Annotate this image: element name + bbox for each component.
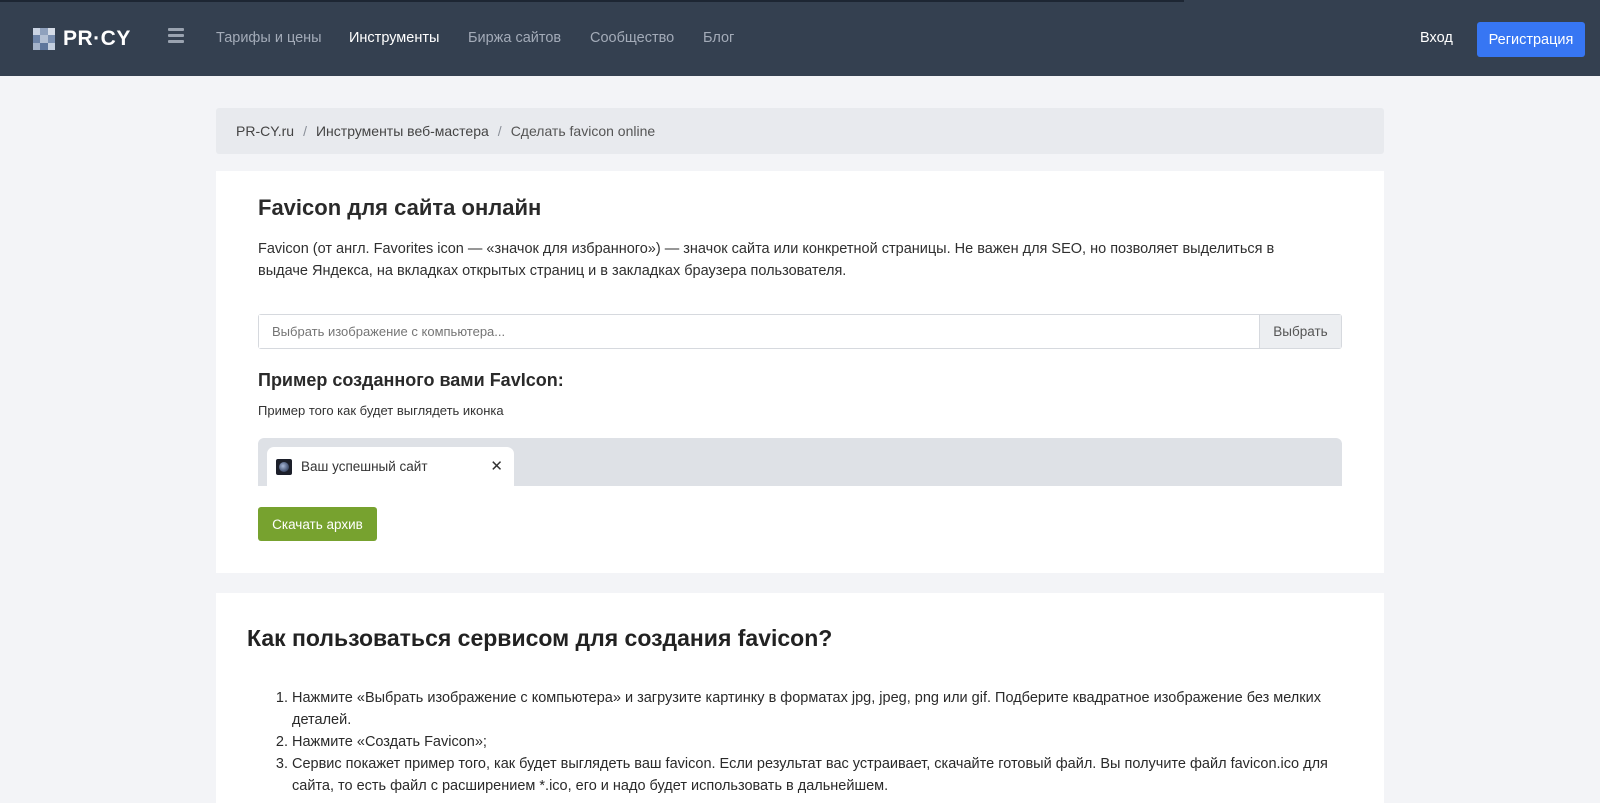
page-title: Favicon для сайта онлайн (258, 195, 542, 220)
file-upload-group: Выбрать (258, 314, 1342, 349)
login-link[interactable]: Вход (1420, 30, 1453, 46)
preview-subtitle: Пример того как будет выглядеть иконка (258, 403, 504, 418)
close-icon: ✕ (490, 458, 503, 475)
nav-item-tools[interactable]: Инструменты (349, 30, 439, 46)
file-input[interactable] (259, 315, 1259, 348)
list-item: Нажмите «Создать Favicon»; (292, 731, 1362, 753)
list-item: Нажмите «Выбрать изображение с компьютер… (292, 687, 1362, 731)
logo[interactable]: PR·CY (33, 27, 131, 51)
breadcrumb-current: Сделать favicon online (510, 123, 656, 139)
breadcrumb-separator: / (303, 123, 307, 139)
favicon-preview-icon (276, 458, 292, 475)
howto-card: Как пользоваться сервисом для создания f… (216, 593, 1384, 803)
nav-item-community[interactable]: Сообщество (590, 30, 674, 46)
preview-title: Пример созданного вами FavIcon: (258, 370, 564, 390)
nav-item-blog[interactable]: Блог (703, 30, 734, 46)
howto-steps: Нажмите «Выбрать изображение с компьютер… (292, 687, 1362, 797)
browser-tab: Ваш успешный сайт ✕ (267, 447, 514, 486)
tab-title: Ваш успешный сайт (301, 459, 428, 474)
howto-title: Как пользоваться сервисом для создания f… (247, 625, 833, 651)
breadcrumb-separator: / (497, 123, 502, 139)
breadcrumb-tools[interactable]: Инструменты веб-мастера (316, 123, 489, 139)
choose-file-button[interactable]: Выбрать (1259, 315, 1341, 348)
progress-line (0, 0, 1184, 2)
top-navbar: PR·CY Тарифы и цены Инструменты Биржа са… (0, 0, 1600, 76)
nav-item-pricing[interactable]: Тарифы и цены (216, 30, 322, 46)
favicon-tool-card: Favicon для сайта онлайн Favicon (от анг… (216, 171, 1384, 573)
register-button[interactable]: Регистрация (1477, 22, 1585, 57)
breadcrumb-home[interactable]: PR-CY.ru (236, 123, 294, 139)
logo-icon (33, 28, 55, 50)
tool-description: Favicon (от англ. Favorites icon — «знач… (258, 241, 1275, 279)
list-item: Сервис покажет пример того, как будет вы… (292, 753, 1362, 797)
browser-tab-preview: Ваш успешный сайт ✕ (258, 438, 1342, 486)
download-archive-button[interactable]: Скачать архив (258, 507, 377, 541)
hamburger-menu-icon[interactable] (168, 28, 184, 44)
breadcrumb: PR-CY.ru / Инструменты веб-мастера / Сде… (216, 108, 1384, 154)
nav-item-marketplace[interactable]: Биржа сайтов (468, 30, 561, 46)
logo-text: PR·CY (63, 27, 131, 50)
